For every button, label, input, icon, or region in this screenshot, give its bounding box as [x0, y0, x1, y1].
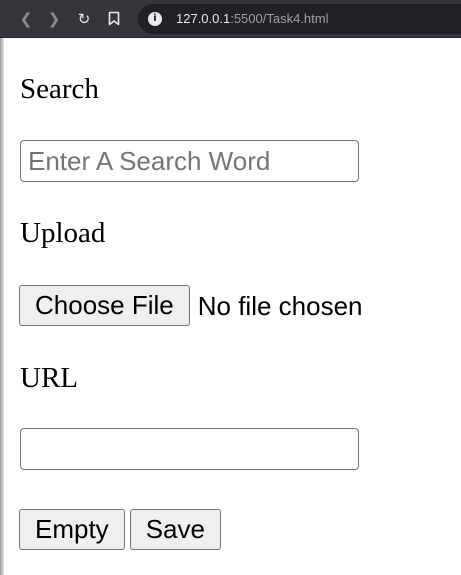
- upload-label: Upload: [20, 217, 106, 249]
- forward-arrow-icon[interactable]: ❯: [44, 9, 64, 29]
- search-label: Search: [20, 73, 99, 105]
- browser-toolbar: ❮ ❯ ↻ i 127.0.0.1:5500/Task4.html: [0, 0, 461, 38]
- bookmark-icon[interactable]: [104, 9, 124, 29]
- empty-button[interactable]: Empty: [19, 509, 125, 550]
- url-path: :5500/Task4.html: [230, 11, 329, 26]
- save-button[interactable]: Save: [129, 509, 221, 550]
- file-status-text: No file chosen: [197, 290, 363, 321]
- info-icon[interactable]: i: [148, 12, 162, 26]
- form-actions: Empty Save: [19, 509, 221, 550]
- choose-file-button[interactable]: Choose File: [19, 285, 190, 326]
- url-host: 127.0.0.1: [176, 11, 231, 26]
- url-input[interactable]: [20, 428, 359, 470]
- page-content: Search Upload Choose FileNo file chosen …: [0, 38, 461, 575]
- file-picker[interactable]: Choose File No file chosen: [19, 285, 363, 326]
- search-input[interactable]: [20, 140, 359, 182]
- reload-icon[interactable]: ↻: [74, 9, 94, 29]
- back-arrow-icon[interactable]: ❮: [16, 9, 36, 29]
- url-label: URL: [20, 362, 78, 394]
- url-text[interactable]: 127.0.0.1:5500/Task4.html: [176, 10, 329, 28]
- address-bar[interactable]: i 127.0.0.1:5500/Task4.html: [138, 4, 461, 34]
